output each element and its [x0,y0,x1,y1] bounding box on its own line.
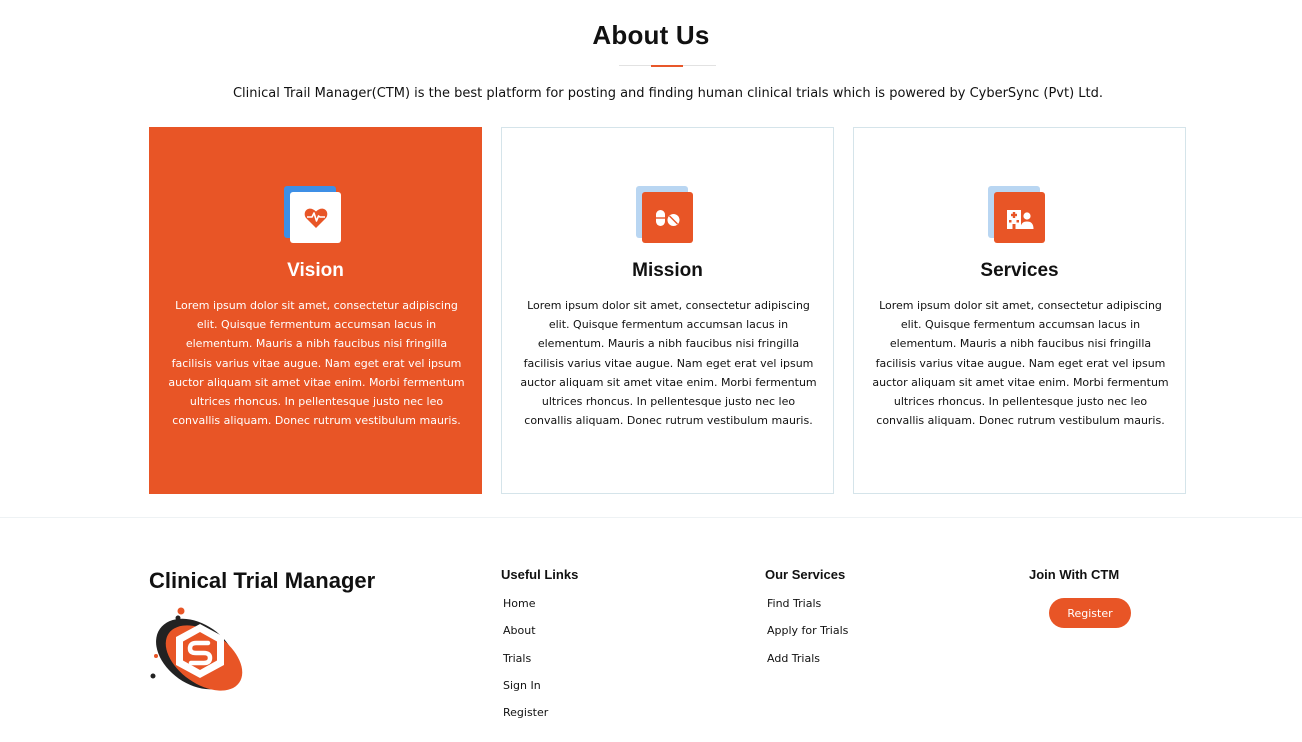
hospital-user-icon [1006,209,1033,229]
join-heading: Join With CTM [1029,567,1120,582]
useful-links-list: Home About Trials Sign In Register [501,596,548,732]
mission-card: Mission Lorem ipsum dolor sit amet, cons… [501,127,834,494]
footer-link-trials[interactable]: Trials [501,651,548,678]
services-list: Find Trials Apply for Trials Add Trials [765,596,848,678]
useful-links-heading: Useful Links [501,567,579,582]
services-icon-tile [988,186,1046,244]
our-services-heading: Our Services [765,567,846,582]
card-text: Lorem ipsum dolor sit amet, consectetur … [872,299,1169,428]
services-card: Services Lorem ipsum dolor sit amet, con… [853,127,1186,494]
card-text: Lorem ipsum dolor sit amet, consectetur … [520,299,817,428]
pills-icon [655,209,679,226]
ctm-logo [150,607,243,691]
footer-link-apply-trials[interactable]: Apply for Trials [765,623,848,650]
vision-card: Vision Lorem ipsum dolor sit amet, conse… [149,127,482,494]
card-title: Services [980,260,1059,281]
register-button[interactable]: Register [1049,598,1131,628]
footer: Clinical Trial Manager Useful Links Home… [0,517,1302,742]
footer-link-add-trials[interactable]: Add Trials [765,651,848,678]
footer-link-home[interactable]: Home [501,596,548,623]
card-title: Mission [632,260,703,281]
about-title: About Us [592,20,710,50]
footer-link-find-trials[interactable]: Find Trials [765,596,848,623]
about-intro: Clinical Trail Manager(CTM) is the best … [232,86,1104,101]
about-section: About Us Clinical Trail Manager(CTM) is … [0,0,1302,518]
footer-link-about[interactable]: About [501,623,548,650]
footer-link-register[interactable]: Register [501,705,548,732]
card-title: Vision [287,260,344,281]
footer-brand-title: Clinical Trial Manager [149,568,376,593]
mission-icon-tile [636,186,694,244]
title-accent-bar [651,65,683,67]
vision-icon-tile [284,186,342,244]
heartbeat-icon [304,208,327,228]
footer-link-sign-in[interactable]: Sign In [501,678,548,705]
card-text: Lorem ipsum dolor sit amet, consectetur … [168,299,465,428]
